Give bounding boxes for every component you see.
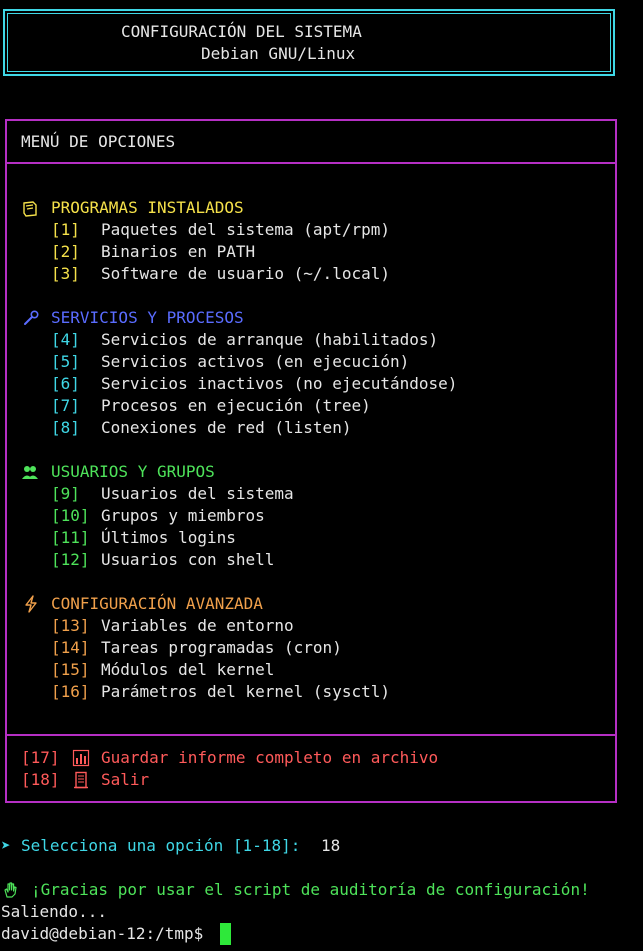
- menu-item-number[interactable]: [17]: [21, 747, 60, 769]
- section-title-usuarios: USUARIOS Y GRUPOS: [51, 462, 215, 481]
- section-title-programas: PROGRAMAS INSTALADOS: [51, 198, 244, 217]
- wrench-icon: [24, 310, 39, 325]
- menu-item-number[interactable]: [6]: [51, 373, 80, 395]
- menu-item-salir[interactable]: Salir: [101, 769, 149, 791]
- menu-item-number[interactable]: [13]: [51, 615, 90, 637]
- header-title: CONFIGURACIÓN DEL SISTEMA: [121, 22, 362, 41]
- menu-item-number[interactable]: [16]: [51, 681, 90, 703]
- menu-item-number[interactable]: [12]: [51, 549, 90, 571]
- menu-item-number[interactable]: [7]: [51, 395, 80, 417]
- terminal-cursor[interactable]: [220, 923, 231, 945]
- shell-prompt: david@debian-12:/tmp$: [1, 924, 204, 943]
- menu-item-number[interactable]: [18]: [21, 769, 60, 791]
- prompt-input-value[interactable]: 18: [321, 835, 340, 857]
- menu-item-parametros-kernel[interactable]: Parámetros del kernel (sysctl): [101, 681, 390, 703]
- menu-item-guardar-informe[interactable]: Guardar informe completo en archivo: [101, 747, 438, 769]
- menu-item-servicios-activos[interactable]: Servicios activos (en ejecución): [101, 351, 409, 373]
- menu-item-tareas-cron[interactable]: Tareas programadas (cron): [101, 637, 342, 659]
- header-subtitle: Debian GNU/Linux: [201, 44, 356, 63]
- menu-item-binarios[interactable]: Binarios en PATH: [101, 241, 255, 263]
- menu-item-number[interactable]: [5]: [51, 351, 80, 373]
- menu-item-number[interactable]: [15]: [51, 659, 90, 681]
- menu-item-number[interactable]: [3]: [51, 263, 80, 285]
- menu-item-number[interactable]: [10]: [51, 505, 90, 527]
- wave-hand-icon: [4, 882, 17, 898]
- menu-item-number[interactable]: [11]: [51, 527, 90, 549]
- exiting-message: Saliendo...: [1, 902, 107, 921]
- menu-footer-divider: [5, 734, 617, 736]
- menu-item-number[interactable]: [1]: [51, 219, 80, 241]
- menu-item-ultimos-logins[interactable]: Últimos logins: [101, 527, 236, 549]
- menu-item-conexiones-red[interactable]: Conexiones de red (listen): [101, 417, 351, 439]
- door-icon: [74, 771, 88, 789]
- chart-icon: [72, 749, 90, 767]
- menu-item-number[interactable]: [14]: [51, 637, 90, 659]
- menu-item-software-usuario[interactable]: Software de usuario (~/.local): [101, 263, 390, 285]
- menu-item-number[interactable]: [2]: [51, 241, 80, 263]
- menu-item-usuarios-sistema[interactable]: Usuarios del sistema: [101, 483, 294, 505]
- menu-item-usuarios-shell[interactable]: Usuarios con shell: [101, 549, 274, 571]
- section-title-servicios: SERVICIOS Y PROCESOS: [51, 308, 244, 327]
- menu-item-servicios-inactivos[interactable]: Servicios inactivos (no ejecutándose): [101, 373, 457, 395]
- section-title-avanzada: CONFIGURACIÓN AVANZADA: [51, 594, 263, 613]
- menu-item-paquetes[interactable]: Paquetes del sistema (apt/rpm): [101, 219, 390, 241]
- menu-item-number[interactable]: [9]: [51, 483, 80, 505]
- menu-item-grupos[interactable]: Grupos y miembros: [101, 505, 265, 527]
- menu-item-servicios-arranque[interactable]: Servicios de arranque (habilitados): [101, 329, 438, 351]
- lightning-icon: [25, 595, 37, 613]
- prompt-arrow: ➤: [1, 836, 11, 855]
- menu-item-number[interactable]: [4]: [51, 329, 80, 351]
- farewell-message: ¡Gracias por usar el script de auditoría…: [31, 880, 590, 899]
- package-icon: [23, 201, 37, 217]
- users-icon: [22, 466, 38, 479]
- menu-item-modulos-kernel[interactable]: Módulos del kernel: [101, 659, 274, 681]
- menu-item-number[interactable]: [8]: [51, 417, 80, 439]
- menu-item-variables-entorno[interactable]: Variables de entorno: [101, 615, 294, 637]
- menu-item-procesos[interactable]: Procesos en ejecución (tree): [101, 395, 371, 417]
- prompt-text: Selecciona una opción [1-18]:: [21, 836, 301, 855]
- menu-title-divider: [5, 162, 617, 164]
- menu-title: MENÚ DE OPCIONES: [21, 132, 176, 151]
